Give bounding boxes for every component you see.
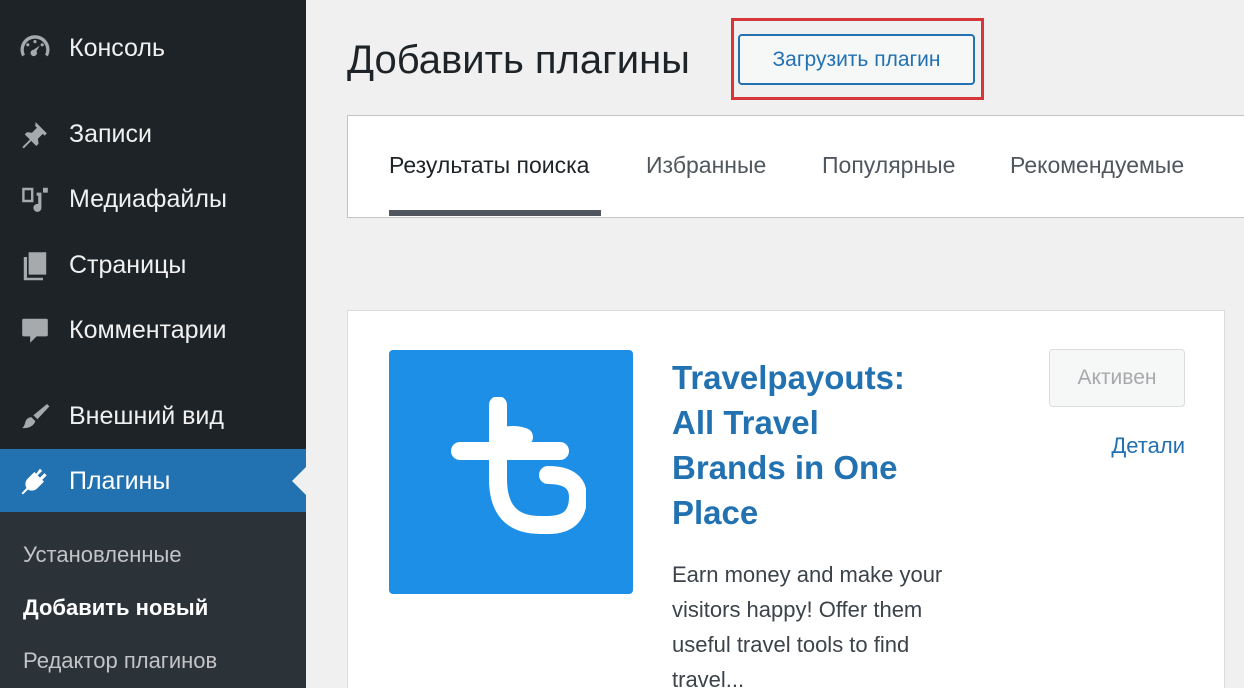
- sidebar-item-label: Комментарии: [69, 315, 227, 344]
- submenu-installed[interactable]: Установленные: [23, 542, 182, 568]
- sidebar-item-label: Плагины: [69, 466, 171, 495]
- admin-sidebar: Консоль Записи Медиафайлы Страницы Комме…: [0, 0, 306, 688]
- tab-search-results[interactable]: Результаты поиска: [389, 152, 589, 179]
- sidebar-item-plugins[interactable]: Плагины: [0, 449, 306, 513]
- sidebar-item-posts[interactable]: Записи: [0, 102, 306, 166]
- pages-icon: [17, 247, 53, 283]
- plugin-icon: [17, 463, 53, 499]
- sidebar-item-label: Внешний вид: [69, 401, 224, 430]
- tab-popular[interactable]: Популярные: [822, 152, 955, 179]
- sidebar-item-media[interactable]: Медиафайлы: [0, 167, 306, 231]
- plugin-logo[interactable]: [389, 350, 633, 594]
- comment-icon: [17, 312, 53, 348]
- plugin-filter-bar: Результаты поиска Избранные Популярные Р…: [347, 115, 1244, 218]
- sidebar-item-pages[interactable]: Страницы: [0, 233, 306, 297]
- dashboard-icon: [17, 30, 53, 66]
- plugin-card: Travelpayouts: All Travel Brands in One …: [347, 310, 1225, 688]
- submenu-plugin-editor[interactable]: Редактор плагинов: [23, 648, 217, 674]
- sidebar-item-label: Консоль: [69, 33, 166, 62]
- pin-icon: [17, 116, 53, 152]
- media-icon: [17, 181, 53, 217]
- plugin-name-link[interactable]: Travelpayouts: All Travel Brands in One …: [672, 355, 932, 535]
- upload-plugin-button[interactable]: Загрузить плагин: [738, 34, 975, 85]
- page-title: Добавить плагины: [347, 38, 690, 82]
- details-link[interactable]: Детали: [1111, 433, 1185, 459]
- sidebar-item-dashboard[interactable]: Консоль: [0, 16, 306, 80]
- tab-active-indicator: [389, 210, 601, 216]
- plugins-submenu: Установленные Добавить новый Редактор пл…: [0, 512, 306, 688]
- active-status-button: Активен: [1049, 349, 1185, 407]
- plugin-description: Earn money and make your visitors happy!…: [672, 562, 943, 688]
- travelpayouts-logo-icon: [451, 397, 586, 534]
- sidebar-item-label: Записи: [69, 119, 152, 148]
- tab-recommended[interactable]: Рекомендуемые: [1010, 152, 1184, 179]
- tab-featured[interactable]: Избранные: [646, 152, 766, 179]
- sidebar-item-label: Страницы: [69, 250, 187, 279]
- submenu-add-new[interactable]: Добавить новый: [23, 595, 208, 621]
- sidebar-item-label: Медиафайлы: [69, 184, 227, 213]
- brush-icon: [17, 398, 53, 434]
- sidebar-item-comments[interactable]: Комментарии: [0, 298, 306, 362]
- sidebar-item-appearance[interactable]: Внешний вид: [0, 384, 306, 448]
